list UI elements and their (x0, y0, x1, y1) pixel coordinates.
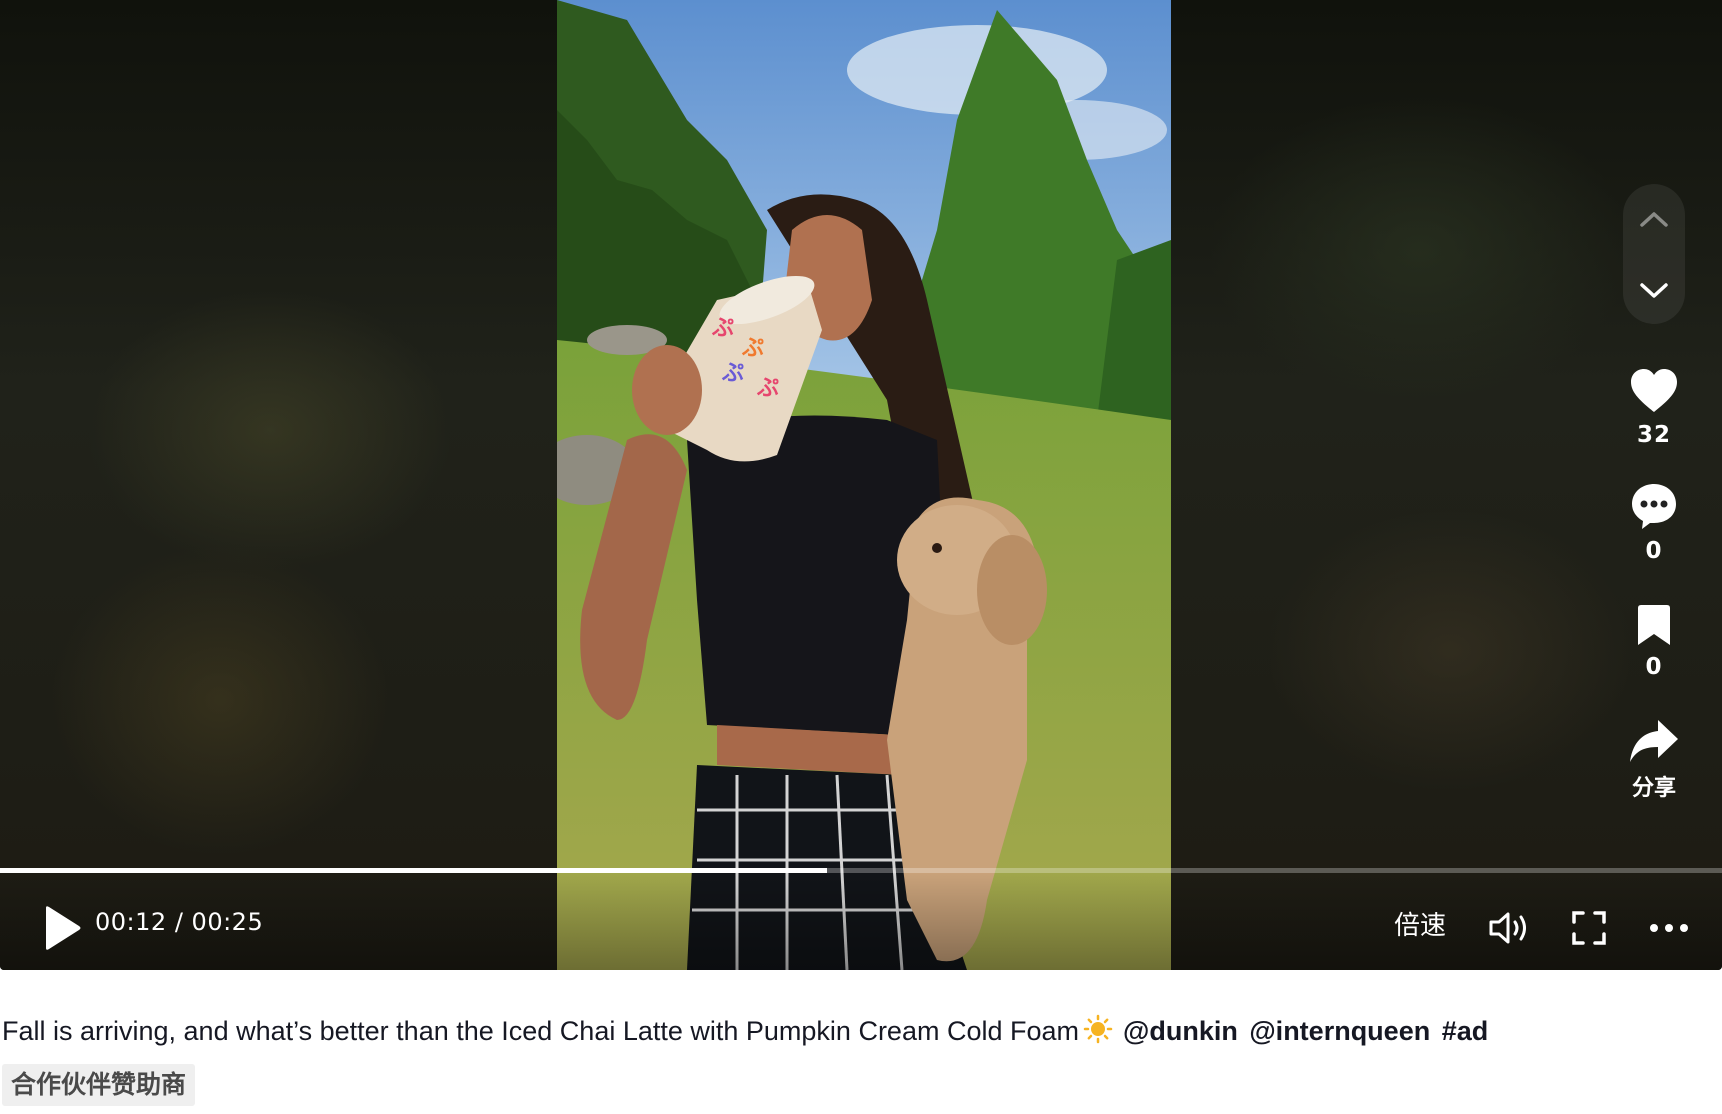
svg-text:ぷ: ぷ (741, 336, 764, 361)
like-count: 32 (1636, 422, 1671, 448)
video-nav-pill (1623, 184, 1685, 324)
time-separator: / (174, 908, 184, 936)
svg-text:ぷ: ぷ (711, 316, 734, 341)
time-display: 00:12 / 00:25 (95, 908, 263, 936)
hashtag-ad[interactable]: #ad (1442, 1016, 1489, 1046)
favorite-button[interactable]: 0 (1620, 604, 1688, 680)
mention-internqueen[interactable]: @internqueen (1249, 1016, 1430, 1046)
like-button[interactable]: 32 (1620, 368, 1688, 448)
video-frame[interactable]: ぷ ぷ ぷ ぷ (557, 0, 1171, 970)
bookmark-icon (1638, 605, 1670, 645)
playback-speed-button[interactable]: 倍速 (1394, 905, 1446, 942)
svg-text:ぷ: ぷ (721, 361, 744, 386)
progress-fill (0, 868, 827, 873)
volume-icon[interactable] (1488, 908, 1532, 948)
sun-icon (1083, 1014, 1113, 1051)
share-button[interactable]: 分享 (1620, 718, 1688, 802)
share-label: 分享 (1631, 776, 1676, 801)
mention-dunkin[interactable]: @dunkin (1123, 1016, 1238, 1046)
chevron-up-icon (1640, 212, 1668, 227)
video-caption: Fall is arriving, and what’s better than… (2, 1014, 1488, 1051)
next-video-button[interactable] (1623, 260, 1685, 322)
favorite-count: 0 (1645, 654, 1663, 680)
svg-text:ぷ: ぷ (756, 376, 779, 401)
current-time: 00:12 (95, 908, 167, 936)
share-arrow-icon (1630, 720, 1678, 762)
comment-count: 0 (1645, 538, 1663, 564)
heart-icon (1631, 369, 1677, 412)
sponsor-badge[interactable]: 合作伙伴赞助商 (2, 1064, 196, 1106)
fullscreen-icon[interactable] (1572, 911, 1606, 945)
chevron-down-icon (1640, 283, 1668, 298)
progress-bar[interactable] (0, 868, 1722, 873)
play-icon[interactable] (42, 905, 82, 951)
duration: 00:25 (191, 908, 264, 936)
video-player[interactable]: ぷ ぷ ぷ ぷ 32 0 0 分享 00:12 / 00:25 倍速 (0, 0, 1722, 970)
comment-icon (1632, 484, 1676, 529)
comment-button[interactable]: 0 (1620, 482, 1688, 564)
caption-text: Fall is arriving, and what’s better than… (2, 1016, 1080, 1046)
previous-video-button[interactable] (1623, 188, 1685, 250)
more-options-icon[interactable] (1649, 922, 1689, 934)
video-scene: ぷ ぷ ぷ ぷ (557, 0, 1171, 970)
